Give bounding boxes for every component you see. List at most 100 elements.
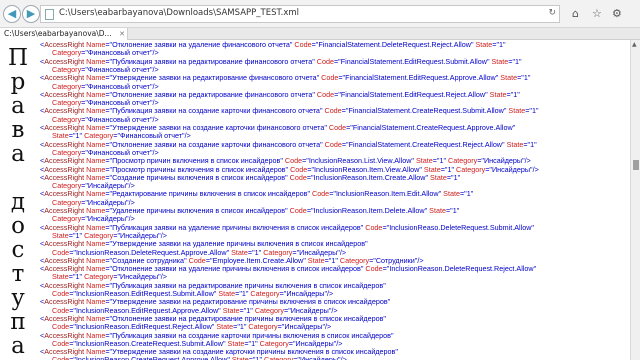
xml-attr-name: State: [428, 172, 447, 182]
xml-attr-name: State: [441, 189, 460, 199]
xml-attr-name: Category: [262, 355, 294, 360]
back-arrow-icon[interactable]: ◀: [3, 5, 21, 23]
scroll-up-icon[interactable]: ▲: [632, 41, 637, 48]
gear-icon[interactable]: ⚙: [612, 7, 622, 20]
xml-attr-value: InclusionReason.DeleteRequest.Reject.All…: [389, 264, 534, 274]
favorites-star-icon[interactable]: ☆: [592, 7, 602, 20]
xml-attr-name: Code: [292, 40, 312, 49]
xml-attr-name: Code: [314, 56, 334, 66]
xml-punct: =": [341, 139, 349, 149]
xml-punct: =": [333, 56, 341, 66]
xml-punct: =": [69, 355, 76, 360]
xml-punct: ": [395, 347, 398, 357]
xml-attr-value: FinancialStatement.EditRequest.Submit.Al…: [340, 56, 487, 66]
sidebar-letter: о: [11, 213, 25, 239]
xml-attr-name: Code: [287, 172, 307, 182]
xml-punct: ": [534, 139, 537, 149]
xml-punct: =": [525, 106, 532, 116]
xml-attr-value: Удаление причины включения в список инса…: [112, 206, 286, 215]
xml-attr-value: InclusionReason.Item.Edit.Allow: [335, 189, 439, 199]
forward-arrow-icon[interactable]: ▶: [22, 5, 40, 23]
xml-attr-name: State: [489, 56, 509, 66]
sidebar-letter: д: [10, 189, 26, 215]
xml-attr-name: Code: [287, 206, 307, 215]
xml-attr-name: State: [506, 106, 526, 116]
xml-punct: =": [459, 189, 467, 199]
sidebar-letter: П: [7, 45, 29, 71]
xml-punct: ": [503, 40, 506, 49]
xml-attr-name: State: [498, 73, 518, 83]
xml-punct: ": [535, 106, 539, 116]
xml-punct: ": [456, 206, 460, 215]
xml-attr-name: Code: [363, 222, 383, 232]
sidebar-letter: п: [10, 309, 26, 335]
xml-punct: ": [531, 222, 534, 232]
page-icon: [45, 9, 54, 20]
sidebar-letter: т: [11, 261, 25, 287]
xml-punct: ": [365, 239, 368, 249]
xml-punct: ": [383, 313, 386, 323]
xml-attr-value: Создание причины включения в список инса…: [112, 172, 286, 182]
scroll-thumb[interactable]: [633, 160, 639, 170]
address-bar[interactable]: C:\Users\eabarbayanova\Downloads\SAMSAPP…: [40, 5, 560, 23]
xml-attr-value: FinancialStatement.CreateRequest.Submit.…: [348, 106, 504, 116]
xml-punct: ": [517, 89, 520, 99]
home-icon[interactable]: ⌂: [572, 7, 579, 20]
browser-toolbar: ◀ ▶ C:\Users\eabarbayanova\Downloads\SAM…: [0, 0, 640, 28]
xml-attr-value: FinancialStatement.CreateRequest.Approve…: [352, 123, 513, 132]
xml-punct: =": [329, 189, 336, 199]
sidebar-letter: с: [11, 237, 25, 263]
tab-label: C:\Users\eabarbayanova\D...: [4, 29, 112, 38]
xml-punct: =": [346, 123, 353, 132]
xml-attr-name: Code: [322, 106, 342, 116]
sidebar-letter: а: [11, 141, 25, 167]
xml-bracket: "/>: [530, 164, 539, 174]
xml-attr-value: Инсайдеры: [491, 164, 531, 174]
xml-attr-value: InclusionReason.Item.Create.Allow: [313, 172, 426, 182]
xml-attr-name: Code: [363, 264, 383, 274]
xml-punct: ": [383, 280, 386, 290]
xml-punct: =": [517, 73, 524, 83]
sidebar-letter: а: [11, 93, 25, 119]
xml-punct: =": [485, 164, 492, 174]
xml-attr-value: FinancialStatement.DeleteRequest.Reject.…: [318, 40, 471, 49]
refresh-icon[interactable]: ↻: [548, 8, 556, 18]
xml-attr-value: InclusionReason.Item.Delete.Allow: [313, 206, 425, 215]
xml-punct: =": [293, 355, 300, 360]
xml-attr-name: State: [487, 89, 507, 99]
xml-punct: =": [306, 172, 314, 182]
xml-attr-value: FinancialStatement.EditRequest.Approve.A…: [345, 73, 496, 83]
xml-attr-value: Инсайдеры: [299, 355, 339, 360]
xml-attr-value: InclusionReason.CreateRequest.Approve.Al…: [75, 355, 228, 360]
sidebar-letter: у: [11, 285, 25, 311]
sidebar-letter: в: [11, 117, 25, 143]
xml-attr-name: State: [504, 139, 524, 149]
xml-attr-name: State: [427, 206, 446, 215]
xml-attr-value: FinancialStatement.EditRequest.Reject.Al…: [340, 89, 486, 99]
xml-punct: =": [334, 89, 341, 99]
xml-punct: ": [519, 56, 522, 66]
vertical-scrollbar[interactable]: ▲: [630, 40, 640, 360]
sidebar-letter: а: [11, 333, 25, 359]
xml-attr-name: Code: [314, 89, 335, 99]
xml-attr-value: Редактирование причины включения в списо…: [112, 189, 308, 199]
xml-punct: ": [390, 330, 394, 340]
xml-line: Code="InclusionReason.CreateRequest.Appr…: [52, 355, 347, 360]
xml-punct: ": [533, 264, 537, 274]
sidebar-letter: р: [10, 69, 26, 95]
xml-attr-name: State: [473, 40, 493, 49]
xml-attr-value: FinancialStatement.CreateRequest.Reject.…: [348, 139, 503, 149]
url-text: C:\Users\eabarbayanova\Downloads\SAMSAPP…: [59, 8, 300, 18]
vertical-title: Правадоступа: [0, 40, 36, 360]
xml-attr-name: Code: [310, 189, 330, 199]
xml-attr-value: InclusionReaso.DeleteRequest.Submit.Allo…: [389, 222, 532, 232]
xml-punct: ": [387, 297, 391, 307]
xml-punct: ": [527, 73, 531, 83]
xml-punct: =": [445, 206, 453, 215]
xml-punct: =": [306, 206, 314, 215]
xml-viewer: <AccessRight Name="Отклонение заявки на …: [38, 38, 628, 360]
xml-attr-name: Code: [322, 139, 342, 149]
xml-punct: ": [512, 123, 516, 132]
xml-attr-name: State: [229, 355, 249, 360]
xml-attr-name: Code: [319, 73, 339, 83]
